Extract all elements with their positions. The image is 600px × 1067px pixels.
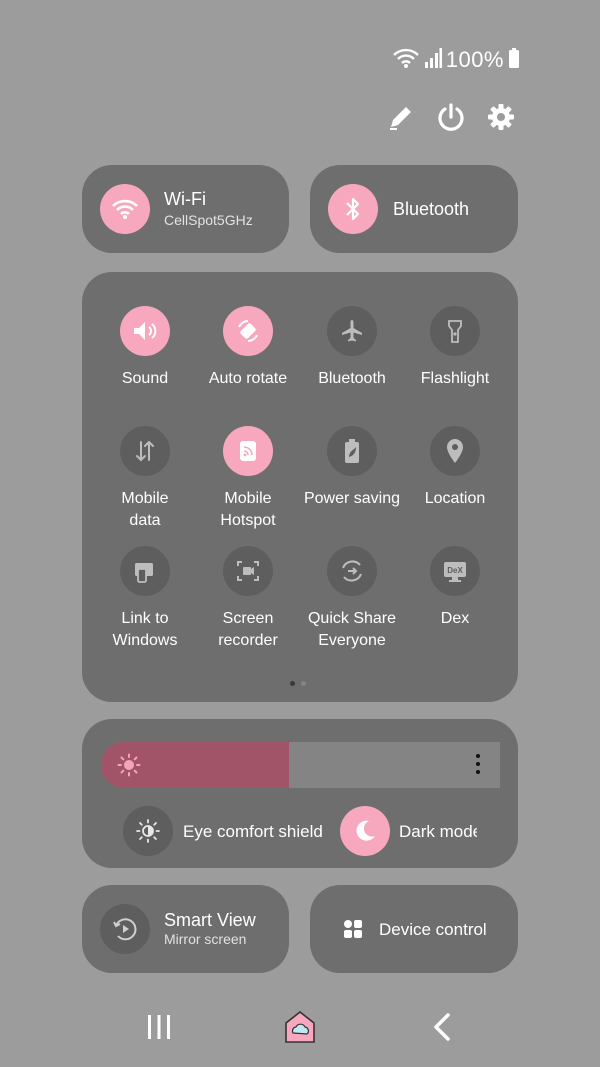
brightness-more-icon[interactable] bbox=[476, 754, 480, 774]
signal-icon bbox=[424, 47, 442, 74]
quick-tile-label: Screen recorder bbox=[218, 610, 278, 649]
quick-tile-label: Power saving bbox=[303, 490, 401, 507]
bluetooth-toggle[interactable]: Bluetooth bbox=[310, 165, 518, 253]
bluetooth-icon bbox=[328, 184, 378, 234]
link-windows-icon bbox=[120, 546, 170, 596]
flashlight-icon bbox=[430, 306, 480, 356]
quick-tile-label: Bluetooth bbox=[318, 370, 386, 387]
quick-tile-label: Dex bbox=[440, 610, 470, 627]
wifi-toggle[interactable]: Wi-Fi CellSpot5GHz bbox=[82, 165, 289, 253]
quick-tile-label: Quick Share Everyone bbox=[307, 610, 397, 649]
quick-tile[interactable]: Link to Windows bbox=[93, 546, 197, 652]
wifi-icon bbox=[100, 184, 150, 234]
quick-tile[interactable]: Mobile data bbox=[93, 426, 197, 532]
back-icon[interactable] bbox=[428, 1007, 456, 1047]
svg-text:DeX: DeX bbox=[447, 566, 463, 575]
top-actions bbox=[386, 102, 516, 132]
status-bar: 100% bbox=[392, 44, 520, 76]
quick-tile[interactable]: Screen recorder bbox=[196, 546, 300, 652]
quick-tile[interactable]: DeX Dex bbox=[403, 546, 507, 630]
quick-tile-label: Auto rotate bbox=[208, 370, 288, 387]
power-icon[interactable] bbox=[436, 102, 466, 132]
quick-tile[interactable]: Flashlight bbox=[403, 306, 507, 390]
quick-tile-label: Sound bbox=[121, 370, 169, 387]
navigation-bar bbox=[0, 1007, 600, 1047]
eye-comfort-label[interactable]: Eye comfort shield bbox=[183, 822, 323, 842]
battery-icon bbox=[508, 47, 520, 74]
quick-tile[interactable]: Power saving bbox=[300, 426, 404, 510]
dex-icon: DeX bbox=[430, 546, 480, 596]
quick-tile-label: Link to Windows bbox=[112, 610, 178, 649]
mobile-data-icon bbox=[120, 426, 170, 476]
sun-icon bbox=[117, 753, 141, 782]
device-control-button[interactable]: Device control bbox=[310, 885, 518, 973]
hotspot-icon bbox=[223, 426, 273, 476]
eye-comfort-icon[interactable] bbox=[123, 806, 173, 856]
airplane-icon bbox=[327, 306, 377, 356]
home-icon[interactable] bbox=[280, 1007, 320, 1047]
quick-tile-label: Mobile data bbox=[121, 490, 169, 529]
smart-view-subtitle: Mirror screen bbox=[164, 931, 247, 947]
auto-rotate-icon bbox=[223, 306, 273, 356]
device-control-label: Device control bbox=[379, 920, 487, 939]
sound-icon bbox=[120, 306, 170, 356]
smart-view-icon bbox=[100, 904, 150, 954]
quick-tile[interactable]: Quick Share Everyone bbox=[300, 546, 404, 652]
quick-tile[interactable]: Bluetooth bbox=[300, 306, 404, 390]
wifi-title: Wi-Fi bbox=[164, 189, 206, 209]
quick-tile-label: Location bbox=[424, 490, 486, 507]
dark-mode-icon[interactable] bbox=[340, 806, 390, 856]
quick-settings-panel: Sound Auto rotate Bluetooth Flashlight Mobil… bbox=[82, 272, 518, 702]
smart-view-toggle[interactable]: Smart View Mirror screen bbox=[82, 885, 289, 973]
screen-recorder-icon bbox=[223, 546, 273, 596]
smart-view-title: Smart View bbox=[164, 910, 256, 930]
quick-tile-label: Mobile Hotspot bbox=[220, 490, 276, 529]
page-dot-active bbox=[290, 681, 295, 686]
recents-icon[interactable] bbox=[143, 1007, 175, 1047]
pencil-icon[interactable] bbox=[386, 102, 416, 132]
quick-share-icon bbox=[327, 546, 377, 596]
power-saving-icon bbox=[327, 426, 377, 476]
wifi-icon bbox=[392, 47, 420, 74]
device-control-icon bbox=[342, 918, 364, 945]
quick-tile[interactable]: Mobile Hotspot bbox=[196, 426, 300, 532]
location-icon bbox=[430, 426, 480, 476]
page-dot bbox=[301, 681, 306, 686]
bluetooth-title: Bluetooth bbox=[393, 199, 470, 219]
battery-percentage: 100% bbox=[445, 47, 504, 72]
wifi-network-name: CellSpot5GHz bbox=[164, 212, 253, 228]
dark-mode-label[interactable]: Dark mode bbox=[399, 822, 477, 842]
quick-tile[interactable]: Sound bbox=[93, 306, 197, 390]
quick-tile[interactable]: Auto rotate bbox=[196, 306, 300, 390]
brightness-slider[interactable] bbox=[101, 742, 500, 788]
settings-icon[interactable] bbox=[486, 102, 516, 132]
page-indicator bbox=[290, 681, 306, 686]
quick-tile[interactable]: Location bbox=[403, 426, 507, 510]
quick-tile-label: Flashlight bbox=[420, 370, 490, 387]
